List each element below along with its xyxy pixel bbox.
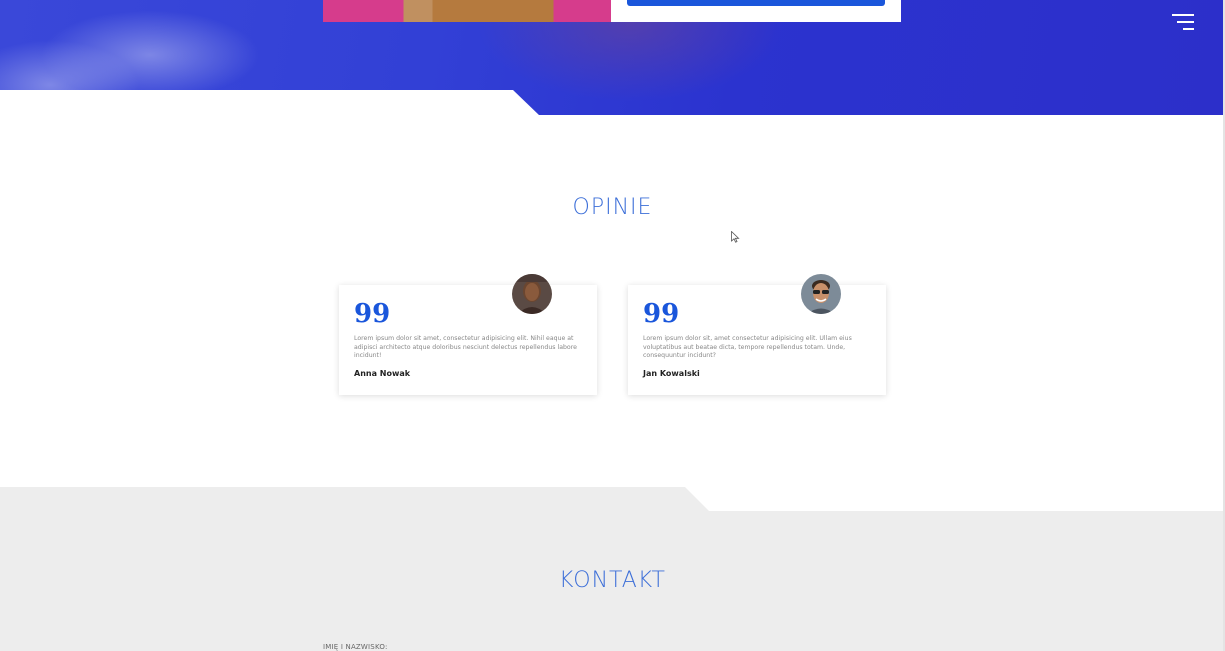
hero-offer-photo: [323, 0, 611, 22]
kontakt-heading: KONTAKT: [559, 568, 666, 593]
hero-offer-card: [323, 0, 901, 22]
testimonial-card: 99 Lorem ipsum dolor sit amet, consectet…: [339, 285, 597, 395]
menu-line: [1172, 14, 1194, 16]
kontakt-diagonal-edge: [685, 487, 1225, 511]
avatar-man-icon: [801, 274, 841, 314]
testimonial-card: 99 Lorem ipsum dolor sit, amet consectet…: [628, 285, 886, 395]
hamburger-menu-icon[interactable]: [1172, 12, 1194, 32]
name-field-label: IMIĘ I NAZWISKO:: [323, 643, 388, 651]
mouse-cursor-icon: [731, 231, 740, 243]
menu-line: [1183, 28, 1194, 30]
quote-icon: 99: [643, 299, 680, 329]
testimonial-text: Lorem ipsum dolor sit, amet consectetur …: [643, 335, 852, 359]
opinie-heading: OPINIE: [572, 195, 653, 220]
testimonial-author: Jan Kowalski: [643, 369, 700, 378]
testimonial-text: Lorem ipsum dolor sit amet, consectetur …: [354, 335, 577, 359]
quote-icon: 99: [354, 299, 391, 329]
hero-diagonal-edge: [0, 90, 540, 116]
testimonial-author: Anna Nowak: [354, 369, 411, 378]
avatar-woman-icon: [512, 274, 552, 314]
menu-line: [1177, 21, 1194, 23]
hero-offer-button[interactable]: [627, 0, 885, 6]
